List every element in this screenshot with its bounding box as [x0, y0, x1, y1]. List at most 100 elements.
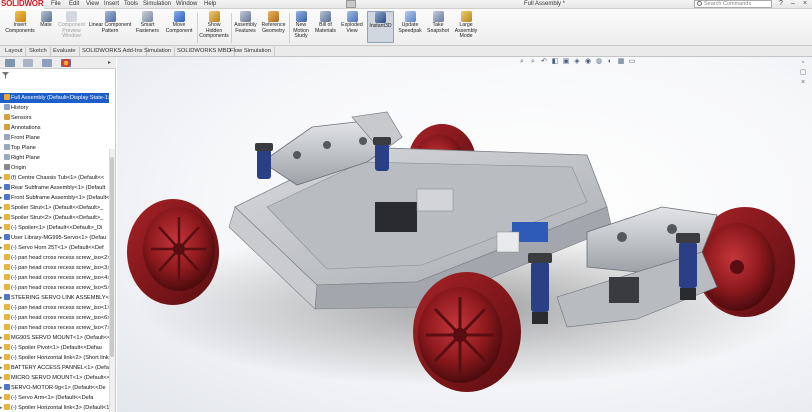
large-assembly-mode-button[interactable]: Large Assembly Mode — [452, 11, 480, 40]
smart-fasteners-button[interactable]: Smart Fasteners — [134, 11, 161, 34]
rear-shock-right[interactable] — [373, 137, 391, 171]
tree-item[interactable]: ▸ Rear Subframe Assembly<1> (Default — [0, 183, 109, 193]
tree-item[interactable]: Full Assembly (Default<Display State-1>) — [0, 93, 109, 103]
minimize-icon[interactable]: – — [788, 0, 798, 8]
tree-item[interactable]: Origin — [0, 163, 109, 173]
tree-item[interactable]: ▸ Front Subframe Assembly<1> (Default<D — [0, 193, 109, 203]
wheel-front-left[interactable] — [413, 272, 521, 392]
tab-mbd[interactable]: SOLIDWORKS MBD — [174, 47, 235, 56]
solidworks-logo[interactable]: SOLIDWORKS — [0, 0, 44, 9]
battery-box[interactable] — [375, 202, 417, 232]
instant3d-button[interactable]: Instant3D — [367, 11, 394, 43]
linear-pattern-button[interactable]: Linear Component Pattern — [88, 11, 132, 34]
menu-view[interactable]: View — [86, 0, 99, 8]
tree-item-label: History — [11, 105, 29, 111]
tab-evaluate[interactable]: Evaluate — [50, 47, 80, 56]
menu-simulation[interactable]: Simulation — [143, 0, 171, 8]
tree-item[interactable]: History — [0, 103, 109, 113]
tree-item[interactable]: ▸ MICRO SERVO MOUNT<1> (Default<< — [0, 373, 109, 383]
graphics-area[interactable]: ⌕ ⌕ ↶ ◧ ▣ ◈ ◉ ◍ ◐ ▦ ▭ ▫ ▢ × — [117, 57, 812, 412]
insert-components-icon — [14, 11, 26, 22]
reference-geometry-button[interactable]: Reference Geometry — [259, 11, 288, 34]
menu-help[interactable]: Help — [204, 0, 216, 8]
chevron-right-icon[interactable]: ▸ — [108, 59, 111, 66]
menu-edit[interactable]: Edit — [69, 0, 79, 8]
tree-item[interactable]: ▸ (f) Centre Chassis Tub<1> (Default<< — [0, 173, 109, 183]
close-icon[interactable]: × — [800, 0, 810, 8]
tree-item-label: Origin — [11, 165, 26, 171]
tree-item[interactable]: ▸ (-) Servo Arm<1> (Default<<Defa — [0, 393, 109, 403]
tree-item[interactable]: ▸ SERVO-MOTOR-9g<1> (Default<<De — [0, 383, 109, 393]
tab-simulation[interactable]: Simulation — [141, 47, 176, 56]
tree-item[interactable]: ▸ Spoiler Strut<2> (Default<<Default>_ — [0, 213, 109, 223]
tree-item[interactable]: ▸ BATTERY ACCESS PANNEL<1> (Default — [0, 363, 109, 373]
tab-flow-simulation[interactable]: Flow Simulation — [227, 47, 275, 56]
tree-item[interactable]: Annotations — [0, 123, 109, 133]
filter-icon[interactable] — [2, 72, 9, 79]
user-icon[interactable]: ? — [776, 0, 786, 8]
menu-insert[interactable]: Insert — [104, 0, 119, 8]
part-icon — [4, 224, 10, 230]
tree-item[interactable]: ▸ (-) Spoiler<1> (Default<<Default>_Di — [0, 223, 109, 233]
tree-item[interactable]: Sensors — [0, 113, 109, 123]
mate-icon — [40, 11, 52, 22]
show-hidden-components-button[interactable]: Show Hidden Components — [198, 11, 230, 40]
move-component-button[interactable]: Move Component — [162, 11, 196, 34]
tree-item[interactable]: (-) pan head cross recess screw_iso<7> (… — [0, 323, 109, 333]
tree-item[interactable]: ▸ (-) Spoiler Horizontal link<3> (Default… — [0, 403, 109, 412]
search-input[interactable]: Search Commands — [694, 0, 772, 8]
quick-access-button[interactable] — [346, 0, 356, 8]
rc-car-assembly-model[interactable] — [117, 57, 812, 412]
rear-shock-left[interactable] — [255, 143, 273, 179]
assembly-features-button[interactable]: Assembly Features — [232, 11, 259, 34]
part-icon — [4, 304, 10, 310]
part-icon — [4, 254, 10, 260]
tree-item-label: (-) pan head cross recess screw_iso<4> (… — [11, 275, 109, 281]
exploded-view-button[interactable]: Exploded View — [339, 11, 365, 34]
tree-item[interactable]: (-) pan head cross recess screw_iso<3> (… — [0, 263, 109, 273]
tree-item[interactable]: ▸ User Library-MG995-Servo<1> (Defau — [0, 233, 109, 243]
panel-scrollbar-thumb[interactable] — [110, 157, 114, 357]
history-icon — [4, 104, 10, 110]
speedpak-icon — [404, 11, 416, 22]
appearance-tab-icon[interactable] — [61, 59, 71, 67]
tab-addins[interactable]: SOLIDWORKS Add-Ins — [79, 47, 147, 56]
subassembly-icon — [4, 234, 10, 240]
tree-item[interactable]: ▸ (-) Servo Horn 25T<1> (Default<<Def — [0, 243, 109, 253]
tree-item-label: Spoiler Strut<2> (Default<<Default>_ — [11, 215, 104, 221]
tree-item[interactable]: (-) pan head cross recess screw_iso<2> (… — [0, 253, 109, 263]
take-snapshot-button[interactable]: Take Snapshot — [425, 11, 451, 34]
wheel-rear-left[interactable] — [127, 199, 219, 305]
tree-item[interactable]: Right Plane — [0, 153, 109, 163]
tree-item[interactable]: ▸STEERING SERVO LINK ASSEMBLY<1> (D — [0, 293, 109, 303]
tree-item[interactable]: (-) pan head cross recess screw_iso<1> (… — [0, 303, 109, 313]
bom-icon — [320, 11, 331, 22]
plane-icon — [4, 144, 10, 150]
tree-item[interactable]: Front Plane — [0, 133, 109, 143]
tree-item-label: STEERING SERVO LINK ASSEMBLY<1> (D — [11, 295, 109, 301]
tree-item[interactable]: ▸ Spoiler Strut<1> (Default<<Default>_ — [0, 203, 109, 213]
property-manager-tab-icon[interactable] — [23, 59, 33, 67]
new-motion-study-button[interactable]: New Motion Study — [290, 11, 312, 40]
tree-item[interactable]: (-) pan head cross recess screw_iso<4> (… — [0, 273, 109, 283]
tree-item[interactable]: ▸ (-) Spoiler Horizontal link<2> (Short l… — [0, 353, 109, 363]
bill-of-materials-button[interactable]: Bill of Materials — [313, 11, 338, 34]
configuration-tab-icon[interactable] — [42, 59, 52, 67]
tree-item[interactable]: ▸ MG90S SERVO MOUNT<1> (Default<<De — [0, 333, 109, 343]
front-steering-servo[interactable] — [609, 277, 639, 303]
tree-item[interactable]: (-) pan head cross recess screw_iso<6> (… — [0, 313, 109, 323]
insert-components-button[interactable]: Insert Components — [3, 11, 37, 34]
mate-button[interactable]: Mate — [37, 11, 55, 29]
menu-tools[interactable]: Tools — [124, 0, 138, 8]
tree-item[interactable]: Top Plane — [0, 143, 109, 153]
menu-file[interactable]: File — [51, 0, 61, 8]
feature-tree-tab-icon[interactable] — [5, 59, 15, 67]
command-tabs: Layout Sketch Evaluate SOLIDWORKS Add-In… — [0, 46, 812, 57]
component-preview-button[interactable]: Component Preview Window — [55, 11, 88, 40]
tab-sketch[interactable]: Sketch — [26, 47, 51, 56]
update-speedpak-button[interactable]: Update Speedpak — [396, 11, 424, 34]
tree-item[interactable]: (-) pan head cross recess screw_iso<5> (… — [0, 283, 109, 293]
tab-layout[interactable]: Layout — [2, 47, 27, 56]
menu-window[interactable]: Window — [176, 0, 197, 8]
tree-item[interactable]: ▸ (-) Spoiler Pivot<1> (Default<<Defau — [0, 343, 109, 353]
